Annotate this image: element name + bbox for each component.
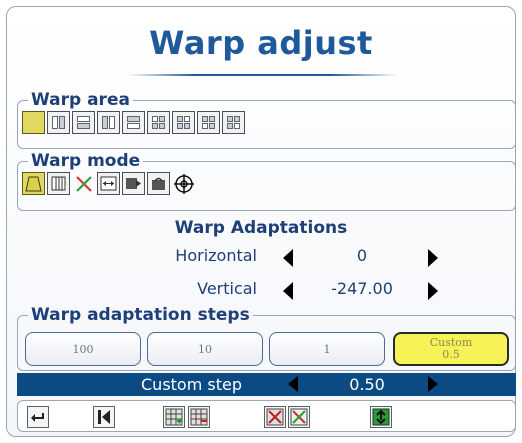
bottom-half-area-icon: [127, 123, 140, 129]
reset-to-start-button[interactable]: [93, 406, 115, 428]
bottom-right-quarter-icon: [234, 123, 240, 129]
clear-all-icon: [290, 408, 308, 426]
vertical-label: Vertical: [197, 279, 257, 298]
warp-mode-group: Warp mode: [17, 151, 516, 211]
apply-icon: [372, 408, 390, 426]
warp-mode-crosshair-button[interactable]: [172, 172, 195, 195]
horizontal-value: 0: [356, 246, 368, 265]
horizontal-adaptation-row: Horizontal 0: [0, 246, 522, 270]
remove-grid-point-button[interactable]: [188, 406, 210, 428]
add-grid-point-button[interactable]: [163, 406, 185, 428]
crosshair-icon: [173, 173, 194, 194]
warp-area-bottom-left-button[interactable]: [197, 111, 220, 134]
custom-step-value: 0.50: [349, 375, 385, 394]
horizontal-increase-icon[interactable]: [428, 249, 438, 267]
add-grid-point-icon: [165, 408, 183, 426]
title-underline: [128, 74, 398, 76]
warp-mode-legend: Warp mode: [31, 151, 141, 171]
warp-area-group: Warp area: [17, 90, 516, 149]
top-right-quarter-icon: [184, 116, 190, 122]
horizontal-stretch-icon: [100, 176, 117, 191]
rotate-icon: [152, 177, 165, 190]
top-half-area-icon: [77, 116, 90, 122]
shift-right-icon: [126, 178, 141, 189]
clear-all-button[interactable]: [288, 406, 310, 428]
apply-button[interactable]: [370, 406, 392, 428]
custom-step-decrease-icon[interactable]: [288, 376, 298, 392]
right-half-area-icon: [109, 116, 115, 129]
corner-cross-icon: [75, 175, 92, 192]
warp-steps-legend: Warp adaptation steps: [31, 305, 250, 325]
reset-to-start-icon: [98, 410, 110, 424]
warp-area-top-button[interactable]: [72, 111, 95, 134]
back-icon: [31, 413, 44, 422]
warp-area-full-button[interactable]: [22, 111, 45, 134]
step-custom-value: 0.5: [442, 348, 460, 361]
warp-adaptations-title: Warp Adaptations: [174, 218, 348, 238]
bottom-left-quarter-icon: [202, 123, 208, 129]
bottom-toolbar: [17, 400, 516, 432]
vertical-adaptation-row: Vertical -247.00: [0, 279, 522, 303]
step-1-button[interactable]: 1: [269, 332, 385, 366]
warp-mode-shift-button[interactable]: [122, 172, 145, 195]
warp-area-bottom-button[interactable]: [122, 111, 145, 134]
warp-area-right-button[interactable]: [97, 111, 120, 134]
warp-mode-keystone-button[interactable]: [22, 172, 45, 195]
custom-step-label: Custom step: [141, 375, 242, 394]
warp-mode-corner-button[interactable]: [72, 172, 95, 195]
vertical-decrease-icon[interactable]: [283, 282, 293, 300]
horizontal-decrease-icon[interactable]: [283, 249, 293, 267]
left-half-area-icon: [52, 116, 58, 129]
warp-area-left-button[interactable]: [47, 111, 70, 134]
warp-mode-stretch-button[interactable]: [97, 172, 120, 195]
warp-area-top-right-button[interactable]: [172, 111, 195, 134]
clear-grid-button[interactable]: [264, 406, 286, 428]
warp-mode-vertical-lines-button[interactable]: [47, 172, 70, 195]
back-button[interactable]: [27, 406, 49, 428]
step-100-button[interactable]: 100: [25, 332, 141, 366]
step-10-button[interactable]: 10: [147, 332, 263, 366]
top-left-quarter-icon: [152, 116, 158, 122]
keystone-icon: [25, 176, 42, 192]
vertical-lines-icon: [51, 176, 66, 191]
warp-area-legend: Warp area: [31, 90, 130, 110]
custom-step-increase-icon[interactable]: [428, 376, 438, 392]
custom-step-bar: Custom step 0.50: [17, 373, 516, 396]
vertical-value: -247.00: [331, 279, 393, 298]
step-custom-button[interactable]: Custom 0.5: [393, 332, 509, 366]
warp-area-bottom-right-button[interactable]: [222, 111, 245, 134]
clear-grid-icon: [266, 408, 284, 426]
remove-grid-point-icon: [190, 408, 208, 426]
warp-area-top-left-button[interactable]: [147, 111, 170, 134]
horizontal-label: Horizontal: [175, 246, 257, 265]
vertical-increase-icon[interactable]: [428, 282, 438, 300]
page-title: Warp adjust: [149, 24, 373, 62]
warp-mode-rotate-button[interactable]: [147, 172, 170, 195]
